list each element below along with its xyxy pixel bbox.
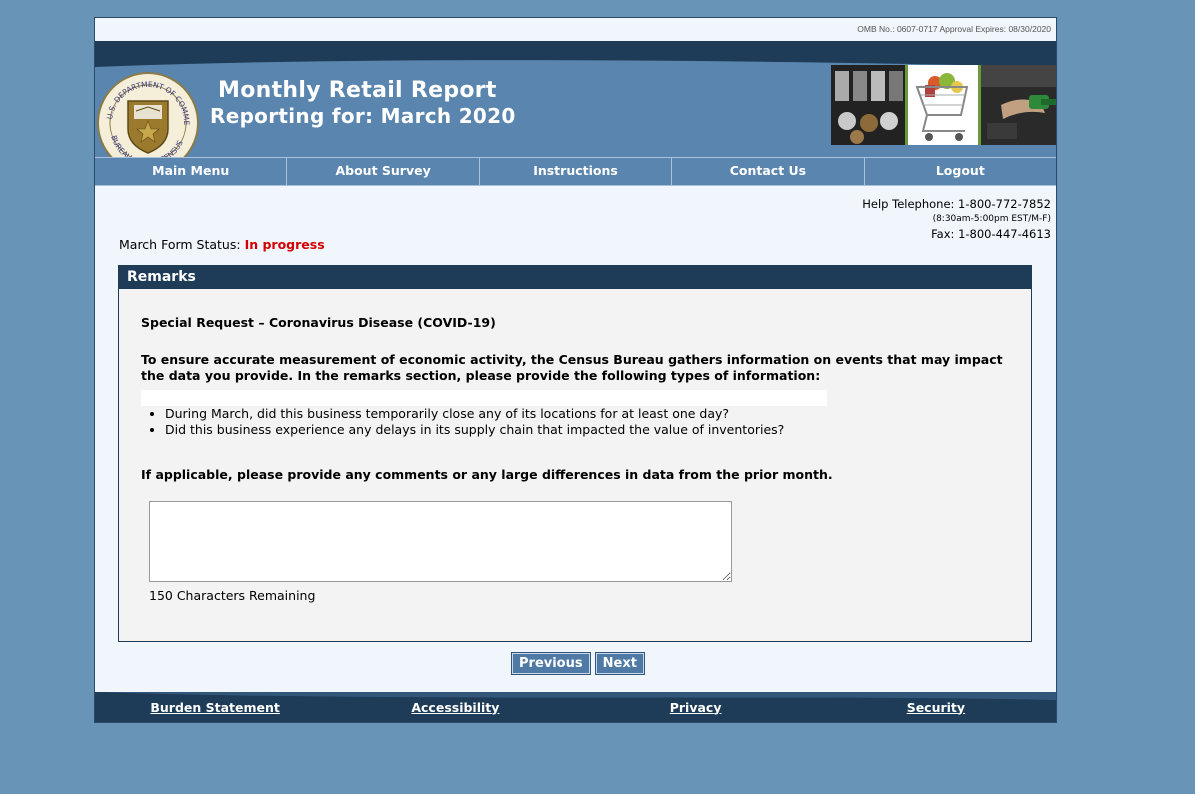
help-contact: Help Telephone: 1-800-772-7852 (8:30am-5… (862, 196, 1051, 242)
privacy-link[interactable]: Privacy (576, 700, 816, 715)
survey-page: OMB No.: 0607-0717 Approval Expires: 08/… (94, 17, 1057, 723)
question-list: During March, did this business temporar… (141, 406, 985, 438)
header-photos (831, 65, 1056, 145)
main-nav: Main Menu About Survey Instructions Cont… (95, 157, 1056, 186)
nav-instructions[interactable]: Instructions (480, 158, 673, 185)
help-telephone: Help Telephone: 1-800-772-7852 (862, 197, 1051, 211)
previous-button[interactable]: Previous (511, 652, 591, 675)
help-fax: Fax: 1-800-447-4613 (931, 227, 1051, 241)
remarks-heading: Remarks (119, 266, 1031, 289)
nav-main-menu[interactable]: Main Menu (95, 158, 288, 185)
report-title: Monthly Retail Report (218, 78, 497, 103)
security-link[interactable]: Security (816, 700, 1056, 715)
footer: Burden Statement Accessibility Privacy S… (95, 692, 1056, 722)
form-buttons: Previous Next (511, 652, 645, 675)
nav-logout[interactable]: Logout (865, 158, 1056, 185)
omb-notice: OMB No.: 0607-0717 Approval Expires: 08/… (95, 18, 1056, 41)
remarks-panel: Remarks Special Request – Coronavirus Di… (118, 265, 1032, 642)
accessibility-link[interactable]: Accessibility (335, 700, 575, 715)
commerce-seal-logo: U.S. DEPARTMENT OF COMMERCE BUREAU OF TH… (96, 71, 199, 157)
shopping-cart-image (905, 65, 981, 145)
characters-remaining: 150 Characters Remaining (149, 588, 316, 603)
form-status: March Form Status: In progress (119, 237, 325, 252)
form-status-label: March Form Status: (119, 237, 241, 252)
blank-strip (141, 390, 827, 406)
comments-textarea[interactable] (149, 501, 732, 582)
report-period: Reporting for: March 2020 (210, 104, 516, 128)
banner-wave (95, 41, 1056, 67)
help-hours: (8:30am-5:00pm EST/M-F) (932, 214, 1051, 224)
comments-prompt: If applicable, please provide any commen… (141, 467, 833, 482)
nav-contact-us[interactable]: Contact Us (672, 158, 865, 185)
form-status-value: In progress (244, 237, 325, 252)
next-button[interactable]: Next (594, 652, 645, 675)
main-content: Help Telephone: 1-800-772-7852 (8:30am-5… (95, 186, 1056, 690)
special-request-title: Special Request – Coronavirus Disease (C… (141, 315, 496, 330)
remarks-intro: To ensure accurate measurement of econom… (141, 352, 1003, 383)
burden-statement-link[interactable]: Burden Statement (95, 700, 335, 715)
gas-pump-image (981, 65, 1056, 145)
header-banner: U.S. DEPARTMENT OF COMMERCE BUREAU OF TH… (95, 41, 1056, 157)
list-item: During March, did this business temporar… (165, 406, 985, 422)
list-item: Did this business experience any delays … (165, 422, 985, 438)
remarks-heading-text: Remarks (127, 269, 196, 285)
cash-register-image (831, 65, 905, 145)
nav-about-survey[interactable]: About Survey (287, 158, 480, 185)
